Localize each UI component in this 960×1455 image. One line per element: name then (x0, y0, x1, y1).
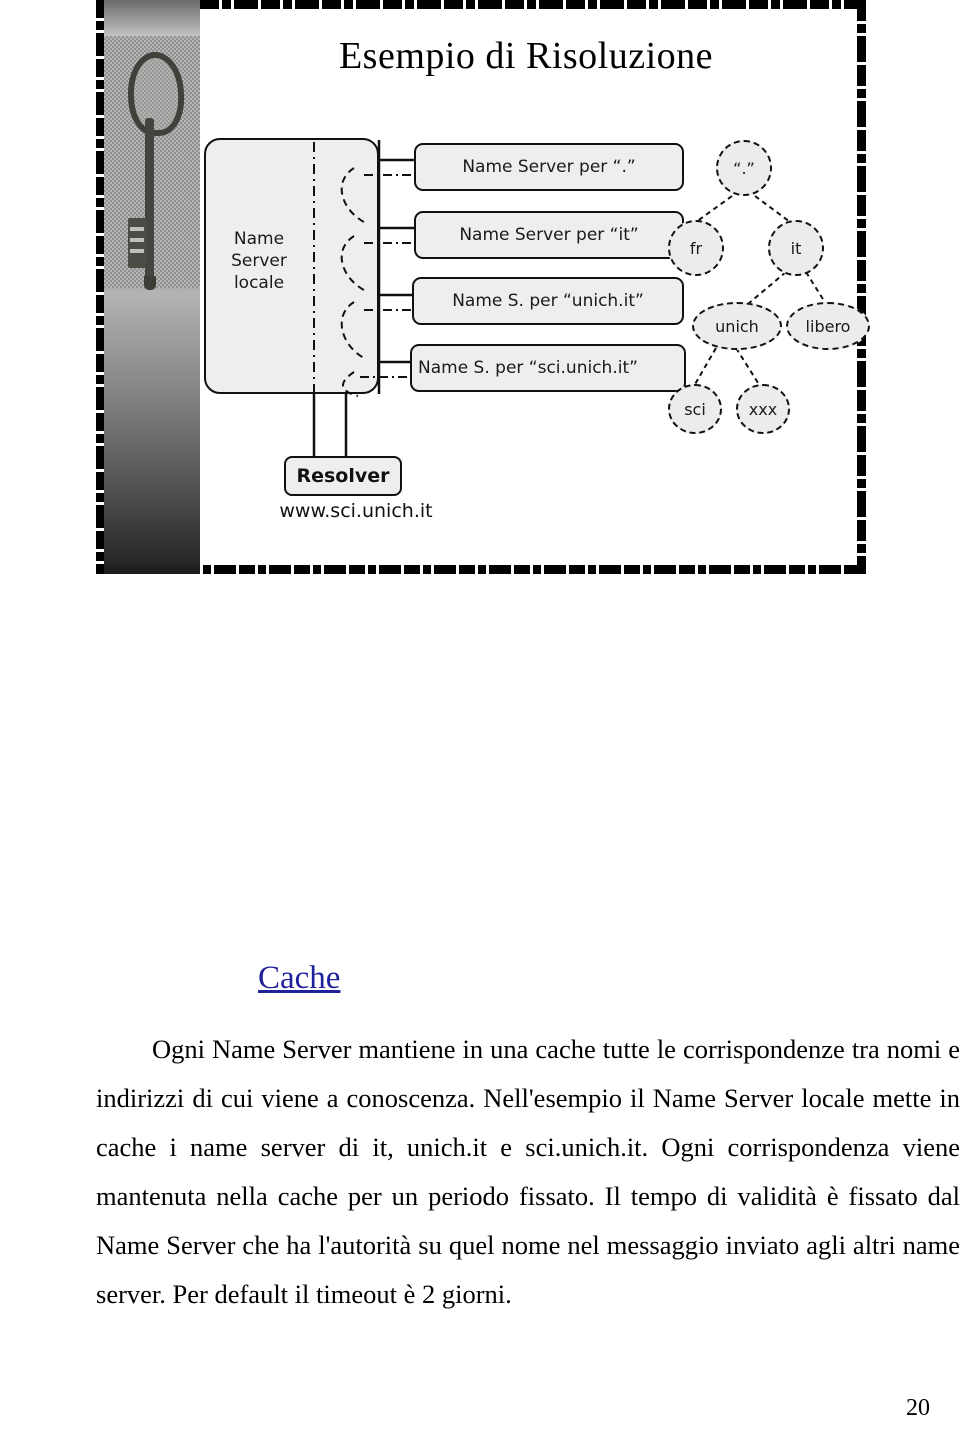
tree-node-libero: libero (786, 302, 870, 350)
page-number: 20 (906, 1395, 930, 1421)
tree-node-fr: fr (668, 220, 724, 276)
dns-resolution-diagram: Name Server locale Name Server per “.” N… (96, 0, 870, 574)
tree-node-root: “.” (716, 140, 772, 196)
name-server-box-it: Name Server per “it” (414, 211, 684, 259)
section-heading-cache: Cache (258, 960, 341, 996)
name-server-locale-label: Name Server locale (204, 228, 314, 294)
tree-node-xxx: xxx (736, 384, 790, 434)
ns-locale-line-1: Name (233, 229, 285, 249)
resolver-box: Resolver (284, 456, 402, 496)
slide-screenshot: Esempio di Risoluzione Name Server local… (96, 0, 870, 574)
ns-locale-line-2: Server (231, 251, 287, 271)
name-server-box-unich: Name S. per “unich.it” (412, 277, 684, 325)
ns-locale-line-3: locale (233, 273, 285, 293)
resolver-query-label: www.sci.unich.it (279, 500, 433, 522)
cache-paragraph: Ogni Name Server mantiene in una cache t… (96, 1034, 960, 1309)
name-server-box-root: Name Server per “.” (414, 143, 684, 191)
tree-node-it: it (768, 220, 824, 276)
name-server-box-sci-unich: Name S. per “sci.unich.it” (410, 344, 686, 392)
tree-node-unich: unich (692, 302, 782, 350)
tree-node-sci: sci (668, 384, 722, 434)
